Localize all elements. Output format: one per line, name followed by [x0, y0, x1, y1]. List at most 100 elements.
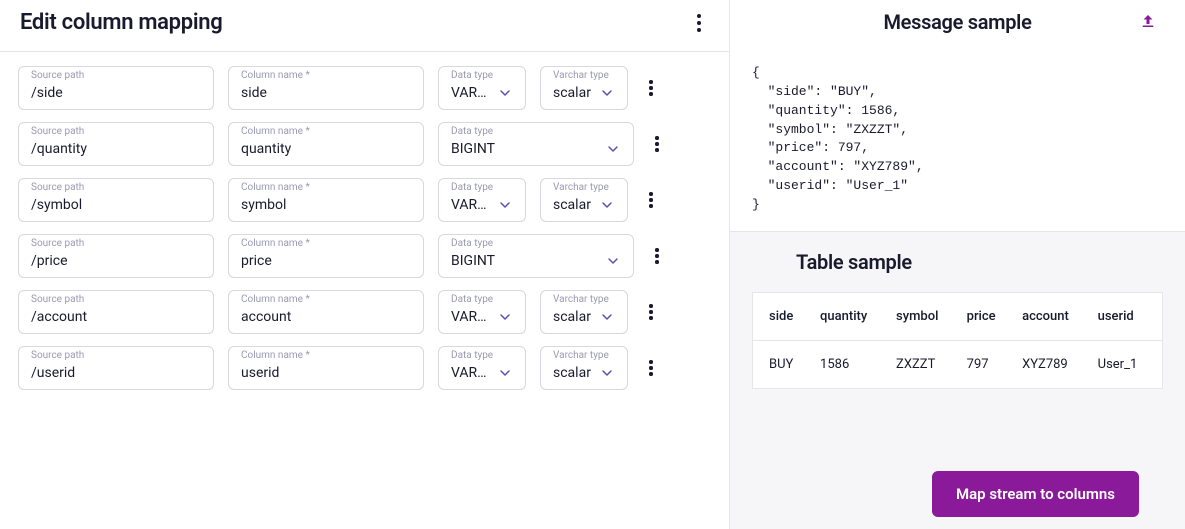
column-name-input[interactable]	[241, 253, 411, 269]
message-sample-title: Message sample	[883, 10, 1031, 34]
data-type-value: BIGINT	[451, 253, 599, 269]
row-more-icon[interactable]	[642, 191, 660, 209]
page-title: Edit column mapping	[20, 10, 222, 35]
more-vertical-icon[interactable]	[689, 13, 709, 33]
mapping-rows: Source path Column name * Data type VARC...…	[0, 52, 729, 404]
field-label: Data type	[451, 182, 493, 193]
field-label: Varchar type	[553, 70, 609, 81]
column-name-field[interactable]: Column name *	[228, 346, 424, 390]
data-type-value: BIGINT	[451, 141, 599, 157]
source-path-input[interactable]	[31, 309, 201, 325]
column-name-field[interactable]: Column name *	[228, 234, 424, 278]
field-label: Source path	[31, 294, 84, 305]
table-header: price	[957, 292, 1012, 340]
column-name-input[interactable]	[241, 309, 411, 325]
table-cell: XYZ789	[1012, 340, 1088, 388]
source-path-field[interactable]: Source path	[18, 234, 214, 278]
field-label: Data type	[451, 294, 493, 305]
data-type-value: VARC...	[451, 309, 491, 325]
source-path-input[interactable]	[31, 365, 201, 381]
field-label: Data type	[451, 238, 493, 249]
table-header: side	[753, 292, 811, 340]
data-type-select[interactable]: Data type BIGINT	[438, 122, 634, 166]
edit-column-mapping-panel: Edit column mapping Source path Column na…	[0, 0, 730, 529]
column-name-input[interactable]	[241, 365, 411, 381]
data-type-select[interactable]: Data type BIGINT	[438, 234, 634, 278]
json-sample: { "side": "BUY", "quantity": 1586, "symb…	[730, 50, 1185, 232]
row-more-icon[interactable]	[642, 359, 660, 377]
column-name-input[interactable]	[241, 197, 411, 213]
column-name-field[interactable]: Column name *	[228, 178, 424, 222]
field-label: Data type	[451, 350, 493, 361]
left-header: Edit column mapping	[0, 0, 729, 52]
field-label: Varchar type	[553, 182, 609, 193]
chevron-down-icon	[497, 85, 513, 101]
mapping-row: Source path Column name * Data type VARC...…	[18, 290, 711, 334]
source-path-field[interactable]: Source path	[18, 122, 214, 166]
source-path-input[interactable]	[31, 85, 201, 101]
data-type-select[interactable]: Data type VARC...	[438, 178, 526, 222]
source-path-input[interactable]	[31, 197, 201, 213]
source-path-field[interactable]: Source path	[18, 66, 214, 110]
table-header: userid	[1088, 292, 1163, 340]
field-label: Column name *	[241, 70, 310, 81]
table-sample-title: Table sample	[796, 250, 1163, 274]
source-path-field[interactable]: Source path	[18, 346, 214, 390]
source-path-input[interactable]	[31, 141, 201, 157]
chevron-down-icon	[599, 309, 615, 325]
table-cell: User_1	[1088, 340, 1163, 388]
source-path-field[interactable]: Source path	[18, 290, 214, 334]
field-label: Column name *	[241, 294, 310, 305]
column-name-field[interactable]: Column name *	[228, 290, 424, 334]
source-path-input[interactable]	[31, 253, 201, 269]
row-more-icon[interactable]	[648, 247, 666, 265]
table-header: symbol	[886, 292, 957, 340]
chevron-down-icon	[605, 253, 621, 269]
column-name-input[interactable]	[241, 85, 411, 101]
field-label: Column name *	[241, 350, 310, 361]
right-panel: Message sample { "side": "BUY", "quantit…	[730, 0, 1185, 529]
data-type-select[interactable]: Data type VARC...	[438, 66, 526, 110]
field-label: Source path	[31, 182, 84, 193]
field-label: Data type	[451, 70, 493, 81]
row-more-icon[interactable]	[648, 135, 666, 153]
chevron-down-icon	[497, 309, 513, 325]
field-label: Data type	[451, 126, 493, 137]
column-name-field[interactable]: Column name *	[228, 66, 424, 110]
field-label: Column name *	[241, 238, 310, 249]
column-name-field[interactable]: Column name *	[228, 122, 424, 166]
varchar-type-value: scalar	[553, 197, 593, 213]
row-more-icon[interactable]	[642, 79, 660, 97]
chevron-down-icon	[599, 85, 615, 101]
chevron-down-icon	[497, 365, 513, 381]
field-label: Source path	[31, 350, 84, 361]
mapping-row: Source path Column name * Data type VARC...…	[18, 66, 711, 110]
varchar-type-select[interactable]: Varchar typescalar	[540, 290, 628, 334]
data-type-value: VARC...	[451, 85, 491, 101]
data-type-select[interactable]: Data type VARC...	[438, 290, 526, 334]
message-sample-header: Message sample	[730, 0, 1185, 50]
mapping-row: Source path Column name * Data typeVARC...…	[18, 346, 711, 390]
chevron-down-icon	[599, 365, 615, 381]
field-label: Varchar type	[553, 294, 609, 305]
field-label: Varchar type	[553, 350, 609, 361]
source-path-field[interactable]: Source path	[18, 178, 214, 222]
upload-icon[interactable]	[1139, 12, 1157, 30]
table-row: BUY1586ZXZZT797XYZ789User_1	[753, 340, 1163, 388]
data-type-value: VARC...	[451, 197, 491, 213]
field-label: Column name *	[241, 126, 310, 137]
data-type-select[interactable]: Data typeVARC...	[438, 346, 526, 390]
varchar-type-value: scalar	[553, 365, 593, 381]
varchar-type-select[interactable]: Varchar type scalar	[540, 346, 628, 390]
mapping-row: Source path Column name * Data type BIGINT	[18, 234, 711, 278]
column-name-input[interactable]	[241, 141, 411, 157]
varchar-type-value: scalar	[553, 85, 593, 101]
row-more-icon[interactable]	[642, 303, 660, 321]
table-header: quantity	[810, 292, 886, 340]
varchar-type-select[interactable]: Varchar type scalar	[540, 178, 628, 222]
field-label: Source path	[31, 70, 84, 81]
chevron-down-icon	[497, 197, 513, 213]
map-stream-to-columns-button[interactable]: Map stream to columns	[932, 471, 1139, 517]
sample-table: sidequantitysymbolpriceaccountuserid BUY…	[752, 292, 1163, 389]
varchar-type-select[interactable]: Varchar type scalar	[540, 66, 628, 110]
